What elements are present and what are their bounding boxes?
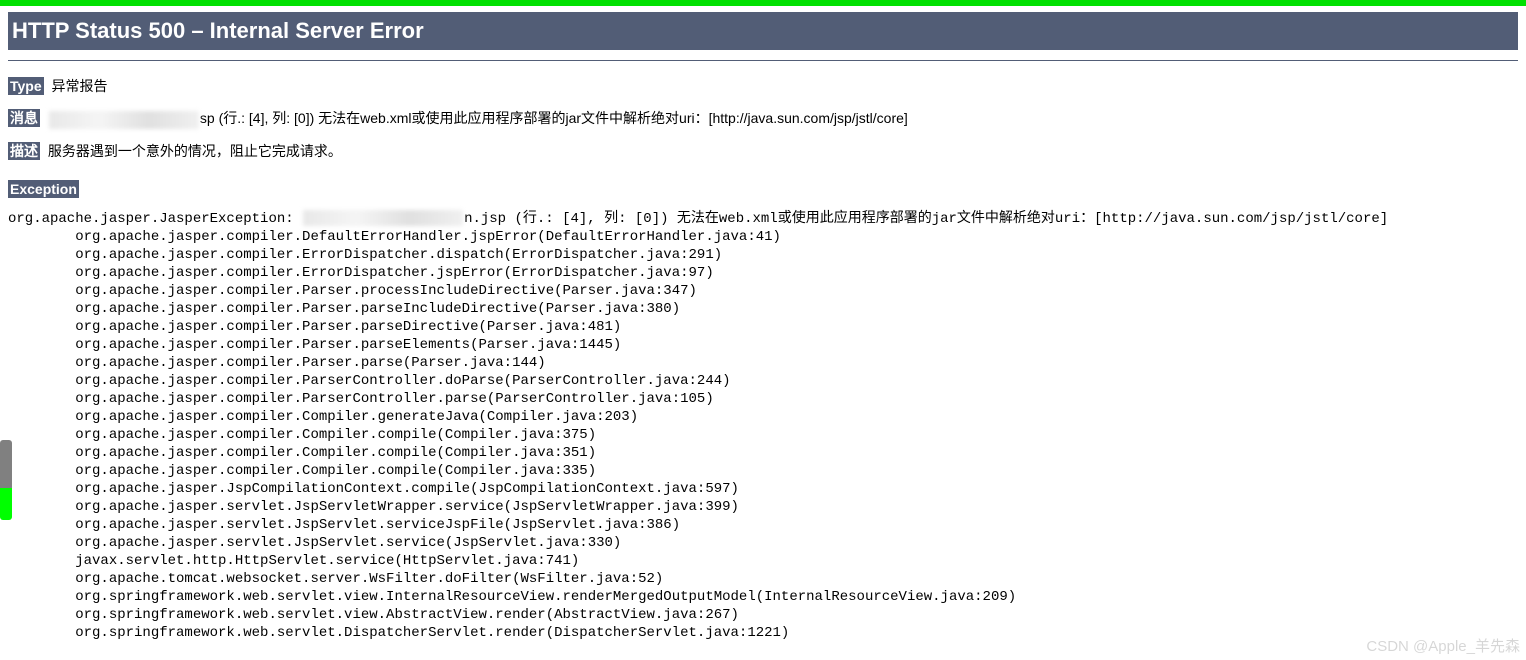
stack-line: org.apache.jasper.compiler.Parser.proces… — [8, 282, 1518, 300]
divider — [8, 60, 1518, 61]
description-row: 描述 服务器遇到一个意外的情况，阻止它完成请求。 — [8, 140, 1518, 162]
stack-line: org.apache.jasper.servlet.JspServletWrap… — [8, 498, 1518, 516]
page-title: HTTP Status 500 – Internal Server Error — [8, 12, 1518, 50]
exception-heading: Exception — [8, 180, 79, 198]
stack-line: org.apache.jasper.compiler.Parser.parseE… — [8, 336, 1518, 354]
stack-line: org.apache.jasper.compiler.Compiler.comp… — [8, 462, 1518, 480]
stack-line: org.apache.jasper.compiler.Compiler.comp… — [8, 444, 1518, 462]
type-row: Type 异常报告 — [8, 75, 1518, 97]
stack-line: org.apache.jasper.compiler.ErrorDispatch… — [8, 264, 1518, 282]
stack-line: org.apache.jasper.compiler.Parser.parse(… — [8, 354, 1518, 372]
error-page: HTTP Status 500 – Internal Server Error … — [0, 12, 1526, 650]
stack-line: org.springframework.web.servlet.view.Int… — [8, 588, 1518, 606]
side-handle — [0, 440, 12, 520]
message-row: 消息 sp (行.: [4], 列: [0]) 无法在web.xml或使用此应用… — [8, 107, 1518, 129]
stack-line: org.apache.jasper.compiler.DefaultErrorH… — [8, 228, 1518, 246]
stack-line: org.apache.tomcat.websocket.server.WsFil… — [8, 570, 1518, 588]
type-label: Type — [8, 77, 44, 95]
message-label: 消息 — [8, 109, 40, 127]
stack-line: org.apache.jasper.compiler.Compiler.comp… — [8, 426, 1518, 444]
description-value: 服务器遇到一个意外的情况，阻止它完成请求。 — [48, 143, 342, 159]
description-label: 描述 — [8, 142, 40, 160]
redacted-text — [303, 210, 463, 226]
stack-head: org.apache.jasper.JasperException: n.jsp… — [8, 210, 1518, 228]
stack-line: org.apache.jasper.compiler.Parser.parseI… — [8, 300, 1518, 318]
redacted-text — [49, 111, 199, 129]
stack-line: org.apache.jasper.compiler.ErrorDispatch… — [8, 246, 1518, 264]
stack-line: javax.servlet.http.HttpServlet.service(H… — [8, 552, 1518, 570]
stack-line: org.apache.jasper.compiler.Compiler.gene… — [8, 408, 1518, 426]
stack-line: org.springframework.web.servlet.Dispatch… — [8, 624, 1518, 642]
message-value: sp (行.: [4], 列: [0]) 无法在web.xml或使用此应用程序部… — [200, 110, 908, 126]
type-value: 异常报告 — [52, 78, 108, 94]
stack-line: org.apache.jasper.servlet.JspServlet.ser… — [8, 534, 1518, 552]
stack-trace: org.apache.jasper.JasperException: n.jsp… — [8, 210, 1518, 642]
top-green-bar — [0, 0, 1526, 6]
stack-line: org.apache.jasper.JspCompilationContext.… — [8, 480, 1518, 498]
stack-line: org.apache.jasper.compiler.ParserControl… — [8, 372, 1518, 390]
stack-line: org.springframework.web.servlet.view.Abs… — [8, 606, 1518, 624]
stack-line: org.apache.jasper.compiler.Parser.parseD… — [8, 318, 1518, 336]
stack-line: org.apache.jasper.servlet.JspServlet.ser… — [8, 516, 1518, 534]
stack-line: org.apache.jasper.compiler.ParserControl… — [8, 390, 1518, 408]
